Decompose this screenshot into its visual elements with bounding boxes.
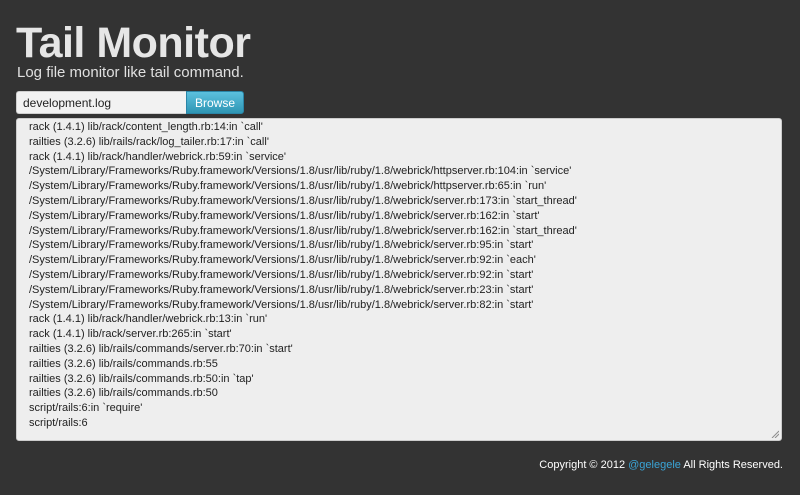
log-line: /System/Library/Frameworks/Ruby.framewor… (29, 224, 577, 237)
log-line: /System/Library/Frameworks/Ruby.framewor… (29, 194, 577, 207)
log-line: /System/Library/Frameworks/Ruby.framewor… (29, 180, 547, 193)
log-output-textarea[interactable]: rack (1.4.1) lib/rack/content_length.rb:… (16, 118, 782, 441)
log-line: railties (3.2.6) lib/rails/commands.rb:5… (29, 372, 254, 385)
resize-grip-icon[interactable] (771, 430, 779, 438)
browse-button[interactable]: Browse (186, 91, 244, 114)
log-line: script/rails:6:in `require' (29, 402, 143, 415)
log-line: rack (1.4.1) lib/rack/content_length.rb:… (29, 121, 263, 133)
copyright-prefix: Copyright © 2012 (539, 459, 629, 471)
copyright-suffix: All Rights Reserved. (680, 459, 783, 471)
file-picker: Browse (16, 91, 244, 114)
log-line: script/rails:6 (29, 416, 88, 429)
log-line: /System/Library/Frameworks/Ruby.framewor… (29, 165, 572, 178)
page-subtitle: Log file monitor like tail command. (17, 64, 244, 81)
log-line: railties (3.2.6) lib/rails/rack/log_tail… (29, 135, 269, 148)
log-line: /System/Library/Frameworks/Ruby.framewor… (29, 298, 534, 311)
log-line: rack (1.4.1) lib/rack/handler/webrick.rb… (29, 313, 268, 326)
footer: Copyright © 2012 @gelegele All Rights Re… (539, 458, 783, 472)
page-title: Tail Monitor (16, 19, 251, 67)
log-line: rack (1.4.1) lib/rack/handler/webrick.rb… (29, 150, 287, 163)
log-line: /System/Library/Frameworks/Ruby.framewor… (29, 239, 534, 252)
log-file-input[interactable] (16, 91, 186, 114)
log-line: /System/Library/Frameworks/Ruby.framewor… (29, 254, 536, 267)
log-line: /System/Library/Frameworks/Ruby.framewor… (29, 268, 534, 281)
log-line: /System/Library/Frameworks/Ruby.framewor… (29, 209, 540, 222)
log-line: railties (3.2.6) lib/rails/commands.rb:5… (29, 387, 218, 400)
log-line: rack (1.4.1) lib/rack/server.rb:265:in `… (29, 328, 232, 341)
log-line: railties (3.2.6) lib/rails/commands.rb:5… (29, 357, 218, 370)
author-link[interactable]: @gelegele (628, 459, 681, 471)
log-line: railties (3.2.6) lib/rails/commands/serv… (29, 342, 293, 355)
log-line: /System/Library/Frameworks/Ruby.framewor… (29, 283, 534, 296)
